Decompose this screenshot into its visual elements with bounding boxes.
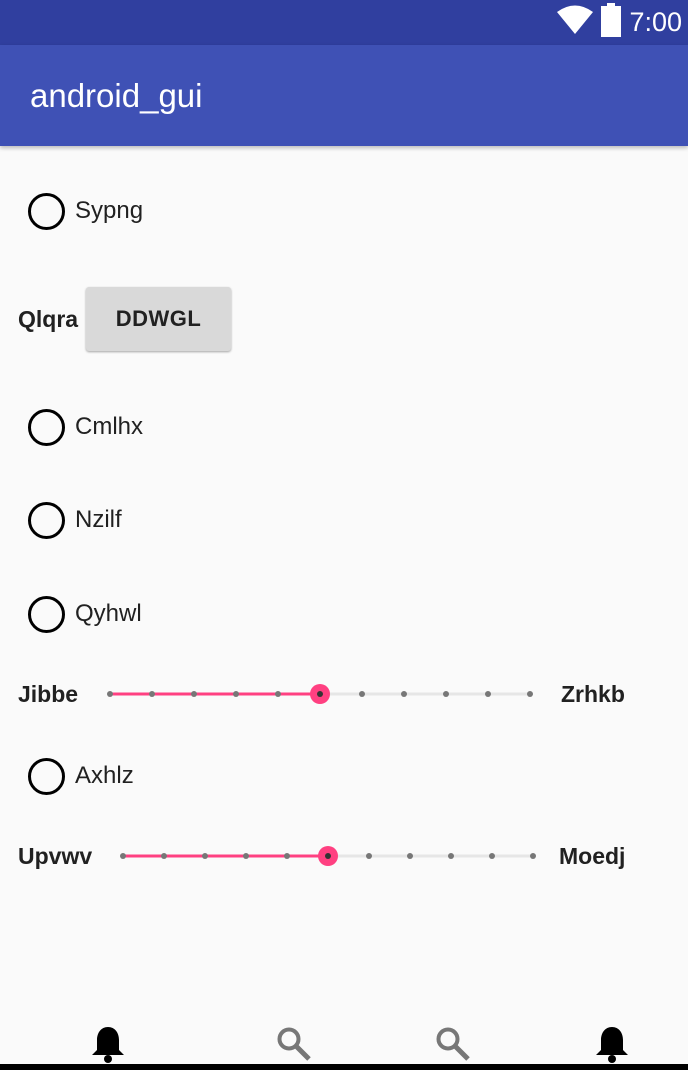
button-row-label: Qlqra	[18, 306, 79, 332]
status-time: 7:00	[629, 7, 682, 37]
seekbar-thumb-dot	[325, 853, 331, 859]
seekbar-tick	[284, 853, 290, 859]
radio-circle[interactable]	[28, 595, 65, 633]
seekbar-tick	[527, 691, 533, 697]
search-icon[interactable]	[274, 1024, 314, 1064]
radio-option-cmlhx[interactable]: Cmlhx	[28, 407, 143, 447]
seekbar-upvwv[interactable]	[113, 846, 543, 866]
seekbar-right-label: Moedj	[559, 843, 626, 869]
seekbar-thumb-dot	[317, 691, 323, 697]
seekbar-tick	[191, 691, 197, 697]
seekbar-tick	[485, 691, 491, 697]
radio-circle[interactable]	[28, 192, 65, 230]
radio-label: Cmlhx	[75, 413, 144, 440]
bell-icon[interactable]	[592, 1024, 632, 1064]
seekbar-tick	[233, 691, 239, 697]
radio-label: Axhlz	[75, 762, 134, 789]
seekbar-tick	[161, 853, 167, 859]
seekbar-left-label: Upvwv	[18, 843, 93, 869]
seekbar-tick	[243, 853, 249, 859]
seekbar-tick	[120, 853, 126, 859]
seekbar-jibbe[interactable]	[100, 684, 540, 704]
seekbar-right-label: Zrhkb	[561, 681, 625, 707]
ddwgl-button[interactable]: DDWGL	[86, 287, 231, 351]
seekbar-tick	[407, 853, 413, 859]
seekbar-tick	[448, 853, 454, 859]
battery-icon	[601, 3, 622, 42]
seekbar-tick	[443, 691, 449, 697]
bell-icon[interactable]	[88, 1024, 128, 1064]
seekbar-tick	[489, 853, 495, 859]
app-bar: android_gui	[0, 45, 688, 146]
radio-circle[interactable]	[28, 408, 65, 446]
app-title: android_gui	[30, 77, 203, 114]
status-bar: 7:00	[0, 0, 688, 45]
seekbar-tick	[275, 691, 281, 697]
seekbar-tick	[359, 691, 365, 697]
radio-option-sypng[interactable]: Sypng	[28, 191, 143, 231]
radio-label: Qyhwl	[75, 600, 142, 627]
radio-option-qyhwl[interactable]: Qyhwl	[28, 594, 142, 634]
seekbar-tick	[202, 853, 208, 859]
seekbar-tick	[401, 691, 407, 697]
radio-option-axhlz[interactable]: Axhlz	[28, 756, 134, 796]
search-icon[interactable]	[433, 1024, 473, 1064]
radio-label: Sypng	[75, 197, 144, 224]
seekbar-tick	[366, 853, 372, 859]
seekbar-tick	[530, 853, 536, 859]
bottom-navigation	[0, 1010, 688, 1070]
seekbar-left-label: Jibbe	[18, 681, 79, 707]
radio-label: Nzilf	[75, 506, 122, 533]
wifi-icon	[557, 5, 594, 40]
seekbar-tick	[149, 691, 155, 697]
seekbar-tick	[107, 691, 113, 697]
radio-circle[interactable]	[28, 757, 65, 795]
bottom-divider	[0, 1064, 688, 1070]
radio-option-nzilf[interactable]: Nzilf	[28, 500, 122, 540]
radio-circle[interactable]	[28, 501, 65, 539]
